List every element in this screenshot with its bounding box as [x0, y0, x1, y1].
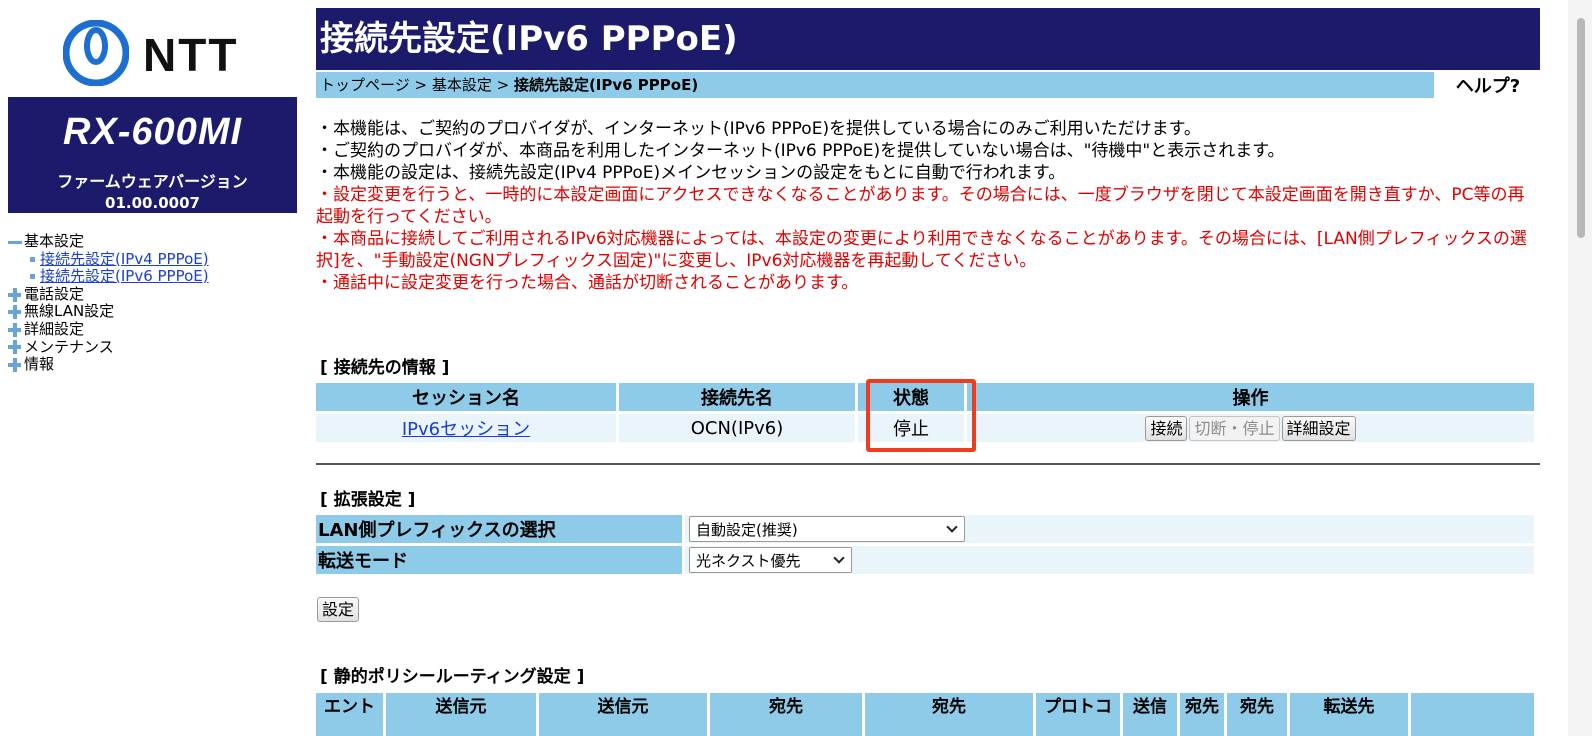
expand-icon[interactable] — [8, 304, 24, 320]
warning-text: ・本商品に接続してご利用されるIPv6対応機器によっては、本設定の変更により利用… — [316, 229, 1527, 271]
disconnect-stop-button[interactable]: 切断・停止 — [1189, 415, 1280, 441]
breadcrumb-basic[interactable]: 基本設定 — [432, 76, 492, 94]
nav-item-wireless-lan[interactable]: 無線LAN設定 — [8, 303, 209, 321]
transfer-mode-select[interactable]: 光ネクスト優先 — [689, 547, 852, 573]
connect-button[interactable]: 接続 — [1145, 415, 1188, 441]
column-header: 送信元 — [386, 693, 536, 736]
column-header: 宛先 — [1180, 693, 1224, 736]
status-cell: 停止 — [858, 414, 964, 442]
nav-item-label[interactable]: 情報 — [24, 356, 54, 374]
device-info-panel: RX-600MI ファームウェアバージョン 01.00.0007 — [8, 97, 297, 213]
breadcrumb: トップページ > 基本設定 > 接続先設定(IPv6 PPPoE) — [316, 72, 1434, 98]
nav-item-label[interactable]: 詳細設定 — [24, 320, 84, 339]
action-buttons: 接続 切断・停止 詳細設定 — [1145, 415, 1356, 441]
actions-cell: 接続 切断・停止 詳細設定 — [967, 414, 1534, 442]
breadcrumb-current: 接続先設定(IPv6 PPPoE) — [513, 76, 699, 94]
breadcrumb-bar: トップページ > 基本設定 > 接続先設定(IPv6 PPPoE) ヘルプ? — [316, 72, 1540, 100]
column-header: 状態 — [858, 383, 964, 411]
nav-link-ipv6-pppoe[interactable]: 接続先設定(IPv6 PPPoE) — [40, 268, 209, 286]
note-text: ・本機能の設定は、接続先設定(IPv4 PPPoE)メインセッションの設定をもと… — [316, 163, 1066, 183]
expand-icon[interactable] — [8, 357, 24, 373]
column-header: 操作 — [967, 383, 1534, 411]
column-header: 転送先 — [1290, 693, 1408, 736]
sidebar-nav: 基本設定 接続先設定(IPv4 PPPoE) 接続先設定(IPv6 PPPoE)… — [8, 232, 209, 374]
column-header: 宛先 — [1227, 693, 1287, 736]
column-header: エント — [316, 693, 383, 736]
lan-prefix-cell: 自動設定(推奨) — [685, 515, 1534, 543]
nav-subitem-ipv4-pppoe: 接続先設定(IPv4 PPPoE) — [8, 250, 209, 269]
warning-text: ・設定変更を行うと、一時的に本設定画面にアクセスできなくなることがあります。その… — [316, 185, 1525, 227]
detail-settings-button[interactable]: 詳細設定 — [1281, 415, 1356, 441]
nav-link-ipv4-pppoe[interactable]: 接続先設定(IPv4 PPPoE) — [40, 250, 209, 269]
destination-cell: OCN(IPv6) — [619, 414, 855, 442]
nav-item-info[interactable]: 情報 — [8, 356, 209, 374]
table-row: IPv6セッション OCN(IPv6) 停止 接続 切断・停止 詳細設定 — [316, 414, 1534, 442]
column-header — [1411, 693, 1534, 736]
chevron-down-icon — [946, 520, 958, 533]
apply-settings-button[interactable]: 設定 — [317, 597, 360, 622]
column-header: 送信 — [1123, 693, 1177, 736]
table-row: 転送モード 光ネクスト優先 — [316, 546, 1534, 574]
expand-icon[interactable] — [8, 322, 24, 338]
column-header: セッション名 — [316, 383, 616, 411]
breadcrumb-top[interactable]: トップページ — [320, 76, 410, 94]
column-header: 宛先 — [710, 693, 862, 736]
expand-icon[interactable] — [8, 339, 24, 355]
bullet-icon — [30, 274, 35, 280]
transfer-mode-value: 光ネクスト優先 — [696, 551, 801, 570]
table-header-row: エント 送信元 送信元 宛先 宛先 プロトコ 送信 宛先 宛先 転送先 — [316, 693, 1534, 736]
extended-section-title: [ 拡張設定 ] — [320, 490, 416, 510]
warning-text: ・通話中に設定変更を行った場合、通話が切断されることがあります。 — [316, 273, 859, 293]
breadcrumb-separator: > — [491, 76, 514, 94]
firmware-label: ファームウェアバージョン — [57, 172, 248, 191]
nav-item-label[interactable]: 電話設定 — [24, 285, 84, 304]
nav-item-label[interactable]: 基本設定 — [24, 232, 84, 251]
table-header-row: セッション名 接続先名 状態 操作 — [316, 383, 1534, 411]
nav-item-label[interactable]: メンテナンス — [24, 338, 114, 357]
expand-icon[interactable] — [8, 287, 24, 303]
connection-table: セッション名 接続先名 状態 操作 IPv6セッション OCN(IPv6) 停止… — [313, 380, 1537, 445]
nav-item-detail[interactable]: 詳細設定 — [8, 320, 209, 339]
main-content: 接続先設定(IPv6 PPPoE) トップページ > 基本設定 > 接続先設定(… — [316, 8, 1540, 736]
session-cell: IPv6セッション — [316, 414, 616, 442]
note-text: ・ご契約のプロバイダが、本商品を利用したインターネット(IPv6 PPPoE)を… — [316, 141, 1285, 161]
connection-section-title: [ 接続先の情報 ] — [320, 358, 450, 378]
scrollbar-thumb[interactable] — [1577, 18, 1585, 238]
nav-subitem-ipv6-pppoe: 接続先設定(IPv6 PPPoE) — [8, 268, 209, 286]
nav-item-maintenance[interactable]: メンテナンス — [8, 338, 209, 357]
breadcrumb-separator: > — [409, 76, 432, 94]
sidebar: NTT RX-600MI ファームウェアバージョン 01.00.0007 基本設… — [0, 0, 305, 736]
notes: ・本機能は、ご契約のプロバイダが、インターネット(IPv6 PPPoE)を提供し… — [316, 118, 1540, 294]
nav-item-phone[interactable]: 電話設定 — [8, 285, 209, 304]
note-text: ・本機能は、ご契約のプロバイダが、インターネット(IPv6 PPPoE)を提供し… — [316, 119, 1201, 139]
lan-prefix-value: 自動設定(推奨) — [696, 520, 798, 539]
nav-item-basic-settings[interactable]: 基本設定 — [8, 232, 209, 251]
collapse-icon[interactable] — [8, 234, 24, 250]
session-link[interactable]: IPv6セッション — [402, 419, 530, 440]
page-title: 接続先設定(IPv6 PPPoE) — [316, 8, 1540, 70]
column-header: 送信元 — [539, 693, 707, 736]
logo-text: NTT — [143, 29, 239, 81]
table-row: LAN側プレフィックスの選択 自動設定(推奨) — [316, 515, 1534, 543]
column-header: 接続先名 — [619, 383, 855, 411]
bullet-icon — [30, 256, 35, 262]
scrollbar[interactable] — [1568, 0, 1592, 736]
extended-settings-table: LAN側プレフィックスの選択 自動設定(推奨) 転送モード 光ネクスト優先 — [313, 512, 1537, 577]
chevron-down-icon — [833, 551, 845, 564]
column-header: プロトコ — [1036, 693, 1120, 736]
static-policy-routing-table: エント 送信元 送信元 宛先 宛先 プロトコ 送信 宛先 宛先 転送先 — [313, 690, 1537, 736]
column-header: 宛先 — [865, 693, 1033, 736]
routing-section-title: [ 静的ポリシールーティング設定 ] — [320, 667, 585, 687]
nav-item-label[interactable]: 無線LAN設定 — [24, 303, 114, 321]
divider — [316, 463, 1540, 465]
lan-prefix-select[interactable]: 自動設定(推奨) — [689, 516, 965, 542]
transfer-mode-cell: 光ネクスト優先 — [685, 546, 1534, 574]
model-name: RX-600MI — [62, 111, 243, 153]
firmware-version: 01.00.0007 — [105, 194, 200, 212]
help-button[interactable]: ヘルプ? — [1436, 74, 1540, 100]
ntt-logo-mark-icon — [63, 20, 129, 86]
transfer-mode-label: 転送モード — [316, 546, 682, 574]
ntt-logo[interactable]: NTT — [63, 18, 248, 86]
lan-prefix-label: LAN側プレフィックスの選択 — [316, 515, 682, 543]
